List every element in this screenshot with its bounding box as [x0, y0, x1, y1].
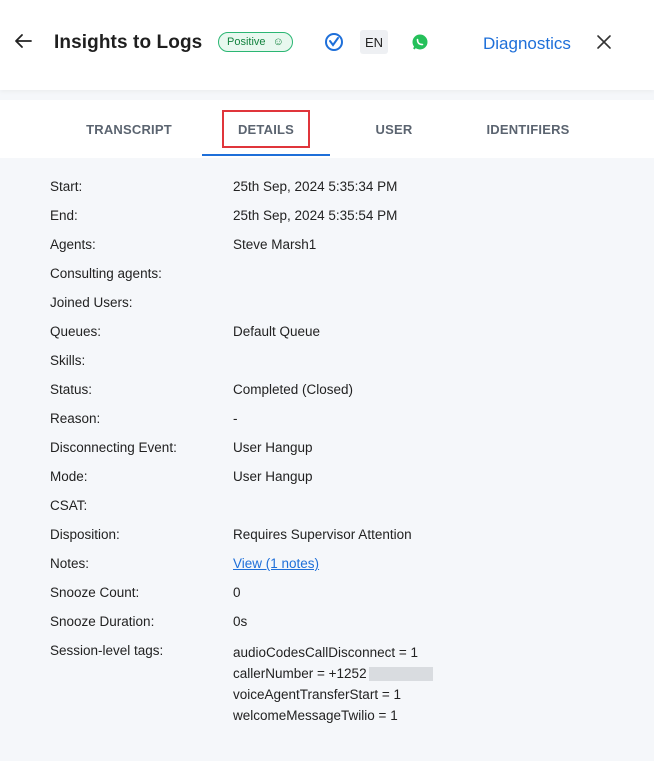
detail-value: Default Queue: [233, 324, 321, 339]
session-tag: audioCodesCallDisconnect = 1: [233, 645, 418, 660]
detail-value: 25th Sep, 2024 5:35:34 PM: [233, 179, 398, 194]
whatsapp-icon: [408, 30, 432, 54]
details-panel: Start: 25th Sep, 2024 5:35:34 PM End: 25…: [0, 158, 654, 761]
detail-row-skills: Skills:: [0, 352, 654, 381]
detail-value: Requires Supervisor Attention: [233, 527, 412, 542]
language-indicator[interactable]: EN: [360, 30, 388, 54]
tab-bar: TRANSCRIPT DETAILS USER IDENTIFIERS: [0, 100, 654, 158]
active-tab-indicator: [202, 154, 330, 156]
detail-label: Session-level tags:: [50, 643, 164, 658]
close-icon[interactable]: [596, 34, 612, 50]
session-tag: callerNumber = +1252: [233, 663, 433, 684]
detail-label: Agents:: [50, 237, 96, 252]
session-tag: welcomeMessageTwilio = 1: [233, 708, 398, 723]
detail-label: Snooze Duration:: [50, 614, 155, 629]
smile-icon: ☺: [272, 36, 284, 48]
detail-label: Mode:: [50, 469, 88, 484]
detail-value: User Hangup: [233, 469, 313, 484]
detail-row-status: Status: Completed (Closed): [0, 381, 654, 410]
detail-row-end: End: 25th Sep, 2024 5:35:54 PM: [0, 207, 654, 236]
detail-value: -: [233, 411, 238, 426]
detail-row-csat: CSAT:: [0, 497, 654, 526]
session-tags-list: audioCodesCallDisconnect = 1 callerNumbe…: [233, 642, 433, 726]
sentiment-badge: Positive ☺: [218, 32, 293, 52]
session-tag: voiceAgentTransferStart = 1: [233, 687, 401, 702]
detail-label: Skills:: [50, 353, 86, 368]
detail-label: Queues:: [50, 324, 102, 339]
detail-row-disconnecting-event: Disconnecting Event: User Hangup: [0, 439, 654, 468]
detail-label: Consulting agents:: [50, 266, 162, 281]
detail-row-snooze-duration: Snooze Duration: 0s: [0, 613, 654, 642]
detail-row-agents: Agents: Steve Marsh1: [0, 236, 654, 265]
tab-user[interactable]: USER: [352, 100, 436, 158]
check-circle-icon[interactable]: [322, 30, 346, 54]
back-arrow-icon[interactable]: [12, 30, 34, 52]
diagnostics-link[interactable]: Diagnostics: [483, 34, 571, 54]
detail-row-reason: Reason: -: [0, 410, 654, 439]
detail-value: Completed (Closed): [233, 382, 354, 397]
detail-value: 25th Sep, 2024 5:35:54 PM: [233, 208, 398, 223]
detail-row-queues: Queues: Default Queue: [0, 323, 654, 352]
detail-row-joined-users: Joined Users:: [0, 294, 654, 323]
detail-row-snooze-count: Snooze Count: 0: [0, 584, 654, 613]
detail-row-start: Start: 25th Sep, 2024 5:35:34 PM: [0, 178, 654, 207]
detail-label: Disposition:: [50, 527, 120, 542]
session-tag-text: callerNumber = +1252: [233, 666, 367, 681]
detail-label: Notes:: [50, 556, 90, 571]
view-notes-link[interactable]: View (1 notes): [233, 555, 319, 573]
detail-label: Reason:: [50, 411, 101, 426]
detail-value: Steve Marsh1: [233, 237, 317, 252]
tab-transcript[interactable]: TRANSCRIPT: [68, 100, 190, 158]
redacted-block: [368, 667, 433, 682]
detail-label: Disconnecting Event:: [50, 440, 177, 455]
sentiment-label: Positive: [227, 36, 266, 48]
detail-label: Joined Users:: [50, 295, 133, 310]
detail-value: User Hangup: [233, 440, 313, 455]
detail-row-consulting-agents: Consulting agents:: [0, 265, 654, 294]
header: Insights to Logs Positive ☺ EN Diagnosti…: [0, 0, 654, 90]
detail-label: Status:: [50, 382, 93, 397]
page-title: Insights to Logs: [54, 32, 203, 53]
tab-details[interactable]: DETAILS: [202, 100, 330, 158]
detail-row-notes: Notes: View (1 notes): [0, 555, 654, 584]
detail-value: 0s: [233, 614, 248, 629]
detail-row-disposition: Disposition: Requires Supervisor Attenti…: [0, 526, 654, 555]
detail-label: CSAT:: [50, 498, 88, 513]
tab-identifiers[interactable]: IDENTIFIERS: [470, 100, 586, 158]
detail-label: Snooze Count:: [50, 585, 140, 600]
detail-row-mode: Mode: User Hangup: [0, 468, 654, 497]
detail-label: End:: [50, 208, 78, 223]
detail-row-session-tags: Session-level tags: audioCodesCallDiscon…: [0, 642, 654, 742]
detail-label: Start:: [50, 179, 83, 194]
detail-value: 0: [233, 585, 241, 600]
